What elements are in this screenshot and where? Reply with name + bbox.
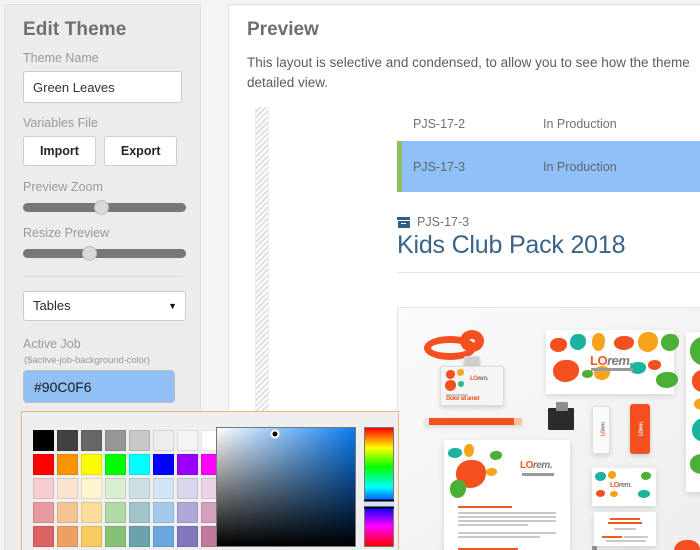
active-job-variable: ($active-job-background-color) [24,355,150,366]
color-swatch[interactable] [105,478,126,499]
color-swatch[interactable] [33,430,54,451]
job-list: PJS-17-2 In Production PJS-17-3 In Produ… [397,107,700,192]
color-swatch[interactable] [81,502,102,523]
resize-preview-track [23,249,186,258]
color-swatch[interactable] [33,526,54,547]
theme-editor-app: Edit Theme Theme Name Variables File Imp… [0,0,700,550]
hue-slider-handle[interactable] [364,499,394,509]
variables-file-label: Variables File [23,116,98,130]
color-swatch[interactable] [81,526,102,547]
job-id: PJS-17-2 [413,117,466,131]
job-detail-id: PJS-17-3 [417,215,470,229]
color-swatch[interactable] [57,430,78,451]
table-row-active[interactable]: PJS-17-3 In Production [397,141,700,192]
theme-name-input[interactable] [23,71,182,103]
color-swatch[interactable] [105,502,126,523]
preview-description-line2: detailed view. [247,75,329,90]
color-swatch[interactable] [177,526,198,547]
color-swatch[interactable] [33,478,54,499]
color-swatch[interactable] [105,454,126,475]
preview-title: Preview [247,19,319,40]
striped-rail [255,107,269,415]
color-swatch[interactable] [153,502,174,523]
sidebar-divider [23,276,182,277]
color-swatch[interactable] [129,478,150,499]
variables-file-buttons: Import Export [23,136,182,166]
preview-zoom-slider[interactable] [23,200,186,215]
theme-name-label: Theme Name [23,51,99,65]
export-button[interactable]: Export [103,136,178,166]
color-swatch[interactable] [105,526,126,547]
preview-zoom-handle[interactable] [94,200,110,215]
section-select[interactable]: Tables ▼ [23,291,186,321]
color-swatch[interactable] [177,430,198,451]
color-swatch[interactable] [129,526,150,547]
active-job-label: Active Job [23,337,81,351]
color-swatch[interactable] [129,454,150,475]
section-select-value[interactable]: Tables [23,291,186,321]
resize-preview-label: Resize Preview [23,226,110,240]
color-swatch[interactable] [153,430,174,451]
color-swatch[interactable] [57,478,78,499]
color-picker-popover[interactable] [21,411,399,550]
color-swatch[interactable] [177,478,198,499]
import-button[interactable]: Import [23,136,96,166]
color-swatch[interactable] [153,454,174,475]
archive-box-icon [397,216,410,228]
resize-preview-handle[interactable] [82,246,98,261]
color-swatch[interactable] [153,526,174,547]
job-detail-meta: PJS-17-3 [397,215,700,229]
saturation-value-marker[interactable] [270,429,280,439]
picker-gradient-area [210,419,404,550]
swatch-grid [33,430,222,550]
color-swatch[interactable] [81,478,102,499]
job-detail-header: PJS-17-3 Kids Club Pack 2018 [397,215,700,285]
color-swatch[interactable] [81,430,102,451]
color-swatch[interactable] [129,430,150,451]
swatch-palette [22,419,222,550]
color-swatch[interactable] [57,526,78,547]
hue-slider[interactable] [364,427,394,547]
color-swatch[interactable] [33,454,54,475]
color-swatch[interactable] [153,478,174,499]
job-status: In Production [543,117,617,131]
active-job-color-input[interactable] [23,370,175,403]
color-swatch[interactable] [177,454,198,475]
color-swatch[interactable] [81,454,102,475]
job-status: In Production [543,159,617,174]
job-id: PJS-17-3 [413,159,466,174]
saturation-value-area[interactable] [216,427,356,547]
preview-description: This layout is selective and condensed, … [247,53,700,93]
color-swatch[interactable] [33,502,54,523]
table-row[interactable]: PJS-17-2 In Production [397,107,700,141]
job-preview-image: LOrem. Dolor sit amet LOrem. LOrem. LOre… [397,307,700,550]
preview-zoom-label: Preview Zoom [23,180,103,194]
chevron-down-icon: ▼ [168,301,177,311]
color-swatch[interactable] [57,454,78,475]
color-swatch[interactable] [177,502,198,523]
color-swatch[interactable] [105,430,126,451]
detail-divider [397,272,700,273]
page-title: Edit Theme [23,19,127,40]
color-swatch[interactable] [129,502,150,523]
resize-preview-slider[interactable] [23,246,186,261]
preview-description-line1: This layout is selective and condensed, … [247,55,690,70]
job-detail-title: Kids Club Pack 2018 [397,231,626,259]
color-swatch[interactable] [57,502,78,523]
